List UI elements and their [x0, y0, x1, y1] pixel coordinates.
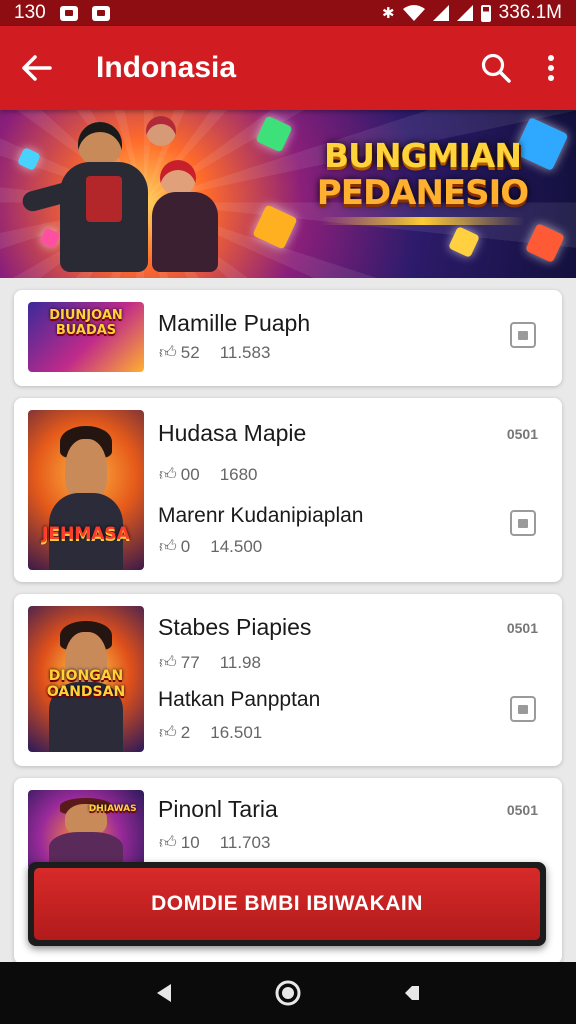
wifi-icon: [402, 5, 425, 21]
item-badge: 0501: [506, 620, 538, 636]
list-card[interactable]: DIONGAN OANDSAN Stabes Piapies 0501 👍︎ 77…: [14, 594, 562, 766]
nav-recents-icon[interactable]: [401, 982, 423, 1004]
item-meta: 👍︎ 77 11.98: [159, 652, 261, 673]
cell-signal-2-icon: [456, 5, 473, 21]
search-icon[interactable]: [480, 52, 512, 84]
item-stat: 14.500: [210, 536, 263, 556]
navigation-bar: [0, 962, 576, 1024]
game-thumbnail: DIONGAN OANDSAN: [28, 606, 144, 752]
thumbs-up-icon: 👍︎: [159, 653, 177, 672]
open-item-icon[interactable]: [510, 322, 536, 348]
cta-button[interactable]: DOMDIE BMBI IBIWAKAIN: [34, 868, 540, 940]
thumbnail-caption: DHIAWAS: [88, 804, 137, 814]
list-card[interactable]: JEHMASA Hudasa Mapie 0501 👍︎ 00 1680 Mare…: [14, 398, 562, 582]
item-badge: 0501: [506, 802, 538, 818]
item-subtitle: Marenr Kudanipiaplan: [158, 504, 364, 527]
status-right-text: 336.1M: [498, 2, 562, 23]
cell-signal-icon: [432, 5, 449, 21]
item-meta: 👍︎ 10 11.703: [159, 832, 270, 853]
cta-button-frame: DOMDIE BMBI IBIWAKAIN: [28, 862, 546, 946]
status-bar: 130 ✱ 336.1M: [0, 0, 576, 26]
banner-title-underline: [320, 217, 525, 225]
item-badge: 0501: [506, 426, 538, 442]
nav-home-icon[interactable]: [274, 979, 302, 1007]
app-notification-icon: [91, 5, 110, 21]
page-title: Indonasia: [96, 51, 237, 84]
item-subtitle: Hatkan Panpptan: [158, 688, 321, 711]
item-stat: 11.583: [219, 342, 271, 362]
item-sub-meta: 👍︎ 0 14.500: [159, 536, 262, 557]
item-stat: 16.501: [210, 722, 263, 742]
item-sub-meta: 👍︎ 2 16.501: [159, 722, 262, 743]
banner-title-line1: BUNGMIAN: [324, 136, 522, 175]
thumbnail-caption: DIUNJOAN BUADAS: [49, 308, 123, 338]
list-card[interactable]: DIUNJOAN BUADAS Mamille Puaph 👍︎ 52 11.58…: [14, 290, 562, 386]
thumbs-up-icon: 👍︎: [159, 833, 177, 852]
likes-count: 10: [180, 832, 200, 852]
item-title: Stabes Piapies: [158, 614, 312, 640]
item-meta: 👍︎ 00 1680: [159, 464, 258, 485]
likes-count: 52: [180, 342, 200, 362]
item-meta: 👍︎ 52 11.583: [159, 342, 270, 363]
hero-character-art: [20, 116, 260, 278]
likes-count: 77: [180, 652, 200, 672]
thumbnail-caption: DIONGAN OANDSAN: [46, 668, 126, 700]
thumbs-up-icon: 👍︎: [159, 537, 177, 556]
item-title: Pinonl Taria: [158, 796, 278, 822]
item-stat: 11.98: [219, 652, 261, 672]
message-notification-icon: [59, 5, 78, 21]
thumbs-up-icon: 👍︎: [159, 465, 177, 484]
thumbs-up-icon: 👍︎: [159, 723, 177, 742]
app-bar: Indonasia: [0, 26, 576, 110]
battery-icon: [480, 4, 491, 22]
banner-title-line2: PEDANESIO: [316, 173, 529, 213]
banner-title-art: BUNGMIAN PEDANESIO: [300, 136, 545, 225]
likes-count: 00: [180, 464, 200, 484]
nav-back-icon[interactable]: [153, 982, 175, 1004]
likes-count: 0: [180, 536, 191, 556]
item-title: Mamille Puaph: [158, 310, 311, 336]
open-item-icon[interactable]: [510, 696, 536, 722]
thumbs-up-icon: 👍︎: [159, 343, 177, 362]
game-thumbnail: DHIAWAS: [28, 790, 144, 870]
bluetooth-icon: ✱: [382, 5, 395, 22]
more-options-icon[interactable]: [546, 53, 556, 83]
item-title: Hudasa Mapie: [158, 420, 307, 446]
back-arrow-icon[interactable]: [20, 53, 54, 83]
open-item-icon[interactable]: [510, 510, 536, 536]
item-stat: 11.703: [219, 832, 271, 852]
item-stat: 1680: [219, 464, 258, 484]
likes-count: 2: [180, 722, 191, 742]
game-thumbnail: DIUNJOAN BUADAS: [28, 302, 144, 372]
thumbnail-caption: JEHMASA: [42, 524, 130, 544]
featured-banner[interactable]: BUNGMIAN PEDANESIO: [0, 110, 576, 278]
status-time: 130: [14, 2, 46, 23]
game-thumbnail: JEHMASA: [28, 410, 144, 570]
